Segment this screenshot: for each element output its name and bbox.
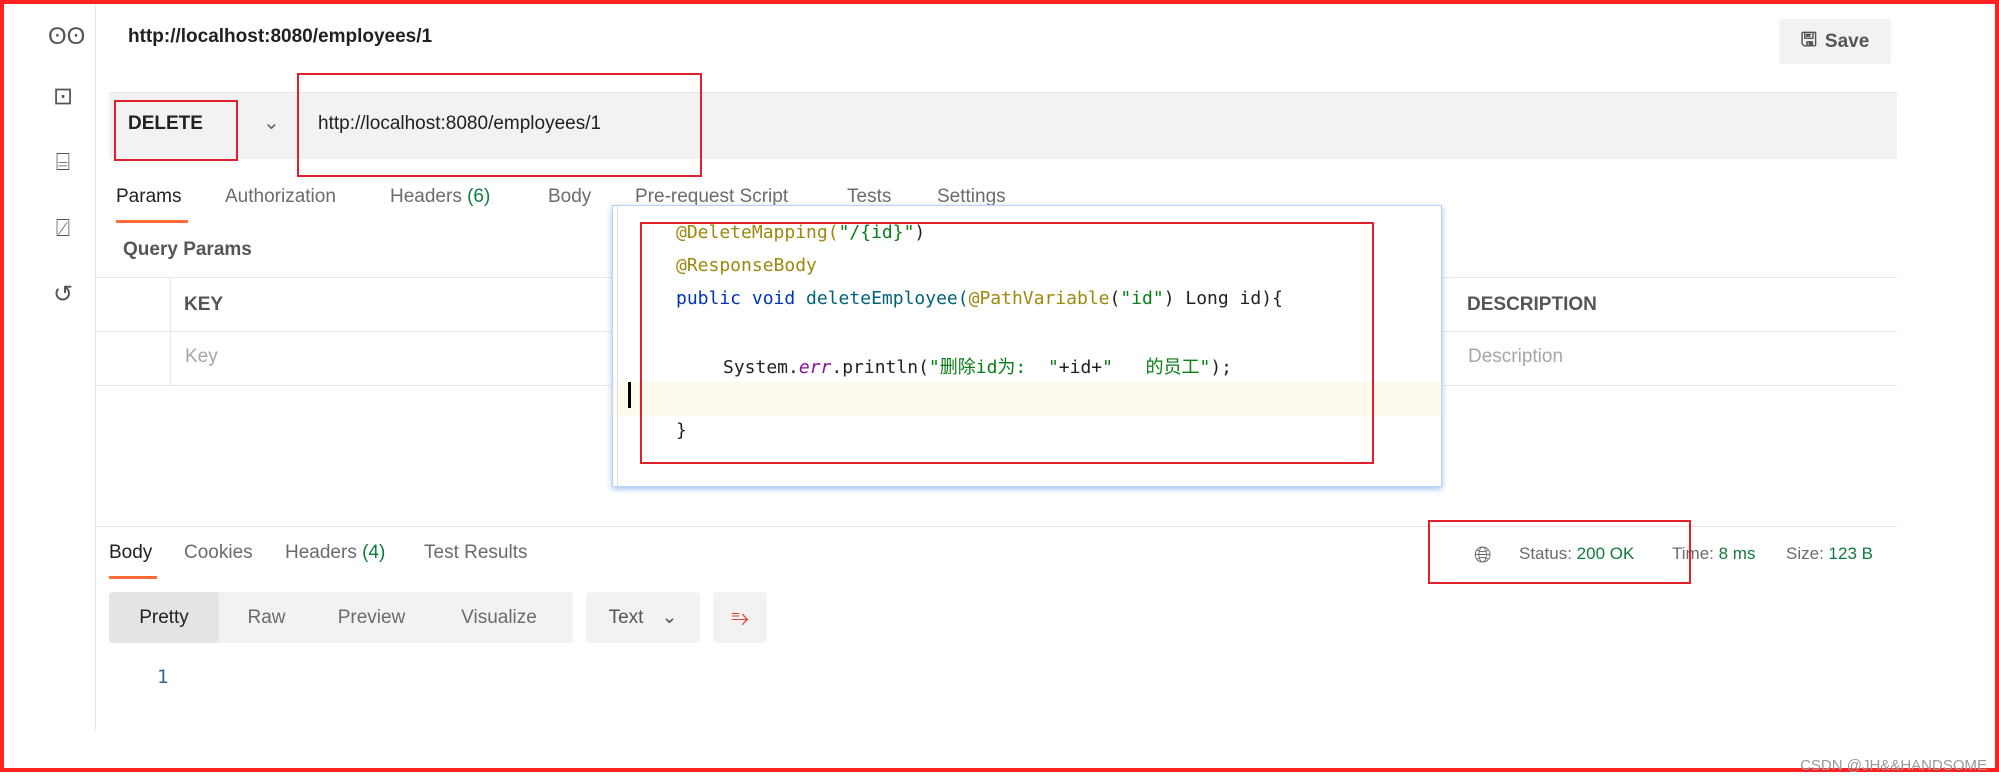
active-tab-indicator <box>116 220 188 223</box>
column-header-key: KEY <box>184 294 224 315</box>
query-params-title: Query Params <box>123 239 252 260</box>
watermark: CSDN @JH&&HANDSOME <box>1800 757 1987 774</box>
gutter <box>617 206 618 488</box>
view-visualize[interactable]: Visualize <box>429 592 569 643</box>
view-pretty[interactable]: Pretty <box>109 592 219 643</box>
wrap-lines-icon[interactable]: ⥱ <box>713 592 767 643</box>
view-mode-selector: Pretty Raw Preview Visualize <box>109 592 573 643</box>
history-icon[interactable]: ↺ <box>48 280 78 310</box>
tab-body[interactable]: Body <box>548 186 591 208</box>
key-input[interactable]: Key <box>185 346 218 368</box>
divider <box>170 277 171 385</box>
view-raw[interactable]: Raw <box>219 592 314 643</box>
view-preview[interactable]: Preview <box>314 592 429 643</box>
response-tab-body[interactable]: Body <box>109 542 152 564</box>
glasses-icon[interactable]: ʘʘ <box>48 22 85 52</box>
response-tab-cookies[interactable]: Cookies <box>184 542 253 564</box>
tab-authorization[interactable]: Authorization <box>225 186 336 208</box>
response-tab-test-results[interactable]: Test Results <box>424 542 527 564</box>
sidebar: ʘʘ ⊡ ⌸ ⍁ ↺ <box>0 0 96 730</box>
active-tab-indicator <box>109 576 157 579</box>
highlight-box <box>297 73 702 177</box>
tab-params[interactable]: Params <box>116 186 181 208</box>
column-header-description: DESCRIPTION <box>1467 294 1597 315</box>
tab-headers[interactable]: Headers (6) <box>390 186 490 208</box>
chevron-down-icon[interactable]: ⌄ <box>263 110 280 135</box>
description-input[interactable]: Description <box>1468 346 1563 368</box>
text-cursor <box>628 382 631 408</box>
save-button[interactable]: 🖫 Save <box>1779 19 1891 64</box>
highlight-box <box>114 100 238 161</box>
save-icon: 🖫 <box>1800 29 1817 51</box>
chevron-down-icon: ⌄ <box>661 607 678 628</box>
format-select[interactable]: Text ⌄ <box>586 592 700 643</box>
environment-icon[interactable]: ⌸ <box>48 148 78 178</box>
highlight-box <box>1428 520 1691 584</box>
line-number: 1 <box>157 666 169 688</box>
monitor-icon[interactable]: ⍁ <box>48 214 78 244</box>
request-title: http://localhost:8080/employees/1 <box>128 26 433 47</box>
highlight-box <box>640 222 1374 464</box>
size-readout: Size: 123 B <box>1786 544 1873 563</box>
collection-icon[interactable]: ⊡ <box>48 82 78 112</box>
response-tab-headers[interactable]: Headers (4) <box>285 542 385 564</box>
